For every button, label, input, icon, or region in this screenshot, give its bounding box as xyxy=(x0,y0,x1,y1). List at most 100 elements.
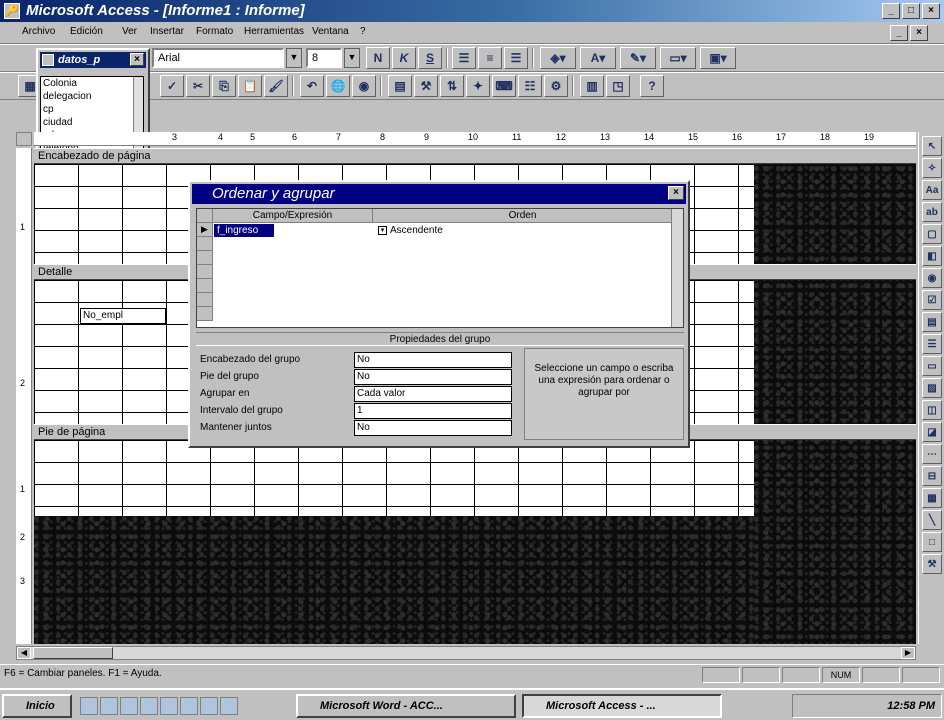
field-item[interactable]: Colonia xyxy=(41,77,143,90)
access-app-icon[interactable]: 🔑 xyxy=(4,3,20,19)
hyperlink-icon[interactable]: 🌐 xyxy=(326,75,350,97)
option-button-icon[interactable]: ◉ xyxy=(922,268,942,288)
border-width-icon[interactable]: ▭▾ xyxy=(660,47,696,69)
web-toolbar-icon[interactable]: ◉ xyxy=(352,75,376,97)
build-icon[interactable]: ⚙ xyxy=(544,75,568,97)
desktop-icon[interactable] xyxy=(80,697,98,715)
unbound-object-icon[interactable]: ◫ xyxy=(922,400,942,420)
rectangle-tool-icon[interactable]: □ xyxy=(922,532,942,552)
line-color-icon[interactable]: ✎▾ xyxy=(620,47,656,69)
row-selector[interactable] xyxy=(197,237,213,251)
row-selector[interactable] xyxy=(197,265,213,279)
underline-button[interactable]: S xyxy=(418,47,442,69)
database-window-icon[interactable]: ▥ xyxy=(580,75,604,97)
bold-button[interactable]: N xyxy=(366,47,390,69)
sorting-grouping-dialog[interactable]: Ordenar y agrupar × Campo/Expresión Orde… xyxy=(188,180,690,448)
menu-archivo[interactable]: Archivo xyxy=(22,26,55,37)
subform-icon[interactable]: ▦ xyxy=(922,488,942,508)
field-item[interactable]: delegacion xyxy=(41,90,143,103)
label-tool-icon[interactable]: Aa xyxy=(922,180,942,200)
properties-icon[interactable]: ☷ xyxy=(518,75,542,97)
field-item[interactable]: ciudad xyxy=(41,116,143,129)
start-button[interactable]: Inicio xyxy=(2,694,72,718)
line-tool-icon[interactable]: ╲ xyxy=(922,510,942,530)
textbox-tool-icon[interactable]: ab xyxy=(922,202,942,222)
row-selector-icon[interactable]: ▶ xyxy=(197,223,213,237)
prop-value-keep-together[interactable]: No xyxy=(354,420,512,436)
format-painter-icon[interactable]: 🖌 xyxy=(264,75,288,97)
prop-value-group-header[interactable]: No xyxy=(354,352,512,368)
access-quick-icon[interactable] xyxy=(200,697,218,715)
page-break-icon[interactable]: ⋯ xyxy=(922,444,942,464)
bound-object-icon[interactable]: ◪ xyxy=(922,422,942,442)
list-box-icon[interactable]: ☰ xyxy=(922,334,942,354)
sort-grid[interactable]: Campo/Expresión Orden ▶ f_ingreso ▾ Ascen… xyxy=(196,208,684,328)
menu-ayuda[interactable]: ? xyxy=(360,26,366,37)
sorting-grouping-icon[interactable]: ⇅ xyxy=(440,75,464,97)
spelling-icon[interactable]: ✓ xyxy=(160,75,184,97)
toolbox-icon[interactable]: ⚒ xyxy=(414,75,438,97)
menu-insertar[interactable]: Insertar xyxy=(150,26,184,37)
autoformat-icon[interactable]: ✦ xyxy=(466,75,490,97)
task-access[interactable]: Microsoft Access - ... xyxy=(522,694,722,718)
horizontal-scrollbar[interactable]: ◀ ▶ xyxy=(16,646,916,660)
menu-edicion[interactable]: Edición xyxy=(70,26,103,37)
row-selector[interactable] xyxy=(197,251,213,265)
menu-herramientas[interactable]: Herramientas xyxy=(244,26,304,37)
row-selector[interactable] xyxy=(197,307,213,321)
scroll-thumb[interactable] xyxy=(33,647,113,659)
cut-icon[interactable]: ✂ xyxy=(186,75,210,97)
horizontal-ruler[interactable]: 3 4 5 6 7 8 9 10 11 12 13 14 15 16 17 18… xyxy=(34,132,916,146)
copy-icon[interactable]: ⎘ xyxy=(212,75,236,97)
checkbox-tool-icon[interactable]: ☑ xyxy=(922,290,942,310)
toggle-button-icon[interactable]: ◧ xyxy=(922,246,942,266)
font-color-icon[interactable]: A▾ xyxy=(580,47,616,69)
clock[interactable]: 12:58 PM xyxy=(887,700,935,712)
align-center-icon[interactable]: ≡ xyxy=(478,47,502,69)
minimize-button[interactable]: _ xyxy=(882,3,900,19)
row-selector[interactable] xyxy=(197,279,213,293)
italic-button[interactable]: K xyxy=(392,47,416,69)
scroll-left-icon[interactable]: ◀ xyxy=(17,647,31,659)
field-list-icon[interactable]: ▤ xyxy=(388,75,412,97)
code-icon[interactable]: ⌨ xyxy=(492,75,516,97)
ruler-corner-button[interactable] xyxy=(16,132,32,146)
prop-value-group-footer[interactable]: No xyxy=(354,369,512,385)
font-name-select[interactable]: Arial xyxy=(152,48,284,68)
image-tool-icon[interactable]: ▨ xyxy=(922,378,942,398)
new-object-icon[interactable]: ◳ xyxy=(606,75,630,97)
special-effect-icon[interactable]: ▣▾ xyxy=(700,47,736,69)
prop-value-group-on[interactable]: Cada valor xyxy=(354,386,512,402)
field-list-close-icon[interactable]: × xyxy=(130,53,144,66)
menu-formato[interactable]: Formato xyxy=(196,26,233,37)
menu-ver[interactable]: Ver xyxy=(122,26,137,37)
no-empl-textbox[interactable]: No_empl xyxy=(80,308,166,324)
font-name-dropdown-icon[interactable]: ▼ xyxy=(286,48,302,68)
doc-close-button[interactable]: × xyxy=(910,25,928,41)
title-bar[interactable]: 🔑 Microsoft Access - [Informe1 : Informe… xyxy=(0,0,944,22)
font-size-dropdown-icon[interactable]: ▼ xyxy=(344,48,360,68)
scroll-right-icon[interactable]: ▶ xyxy=(901,647,915,659)
maximize-button[interactable]: □ xyxy=(902,3,920,19)
row-selector[interactable] xyxy=(197,293,213,307)
powerpoint-quick-icon[interactable] xyxy=(220,697,238,715)
option-group-icon[interactable]: ▢ xyxy=(922,224,942,244)
fill-color-icon[interactable]: ◈▾ xyxy=(540,47,576,69)
more-controls-icon[interactable]: ⚒ xyxy=(922,554,942,574)
page-footer-grid[interactable] xyxy=(34,440,754,516)
doc-minimize-button[interactable]: _ xyxy=(890,25,908,41)
select-objects-icon[interactable]: ↖ xyxy=(922,136,942,156)
vertical-ruler[interactable]: 1 2 1 2 3 xyxy=(16,148,32,644)
dialog-title[interactable]: Ordenar y agrupar xyxy=(192,184,686,204)
close-button[interactable]: × xyxy=(922,3,940,19)
field-item[interactable]: cp xyxy=(41,103,143,116)
font-size-select[interactable]: 8 xyxy=(306,48,342,68)
excel-quick-icon[interactable] xyxy=(180,697,198,715)
word-quick-icon[interactable] xyxy=(160,697,178,715)
sort-field-cell[interactable]: f_ingreso xyxy=(214,224,274,237)
dropdown-icon[interactable]: ▾ xyxy=(378,225,387,235)
page-header-section-bar[interactable]: Encabezado de página xyxy=(34,148,916,164)
sort-order-cell[interactable]: ▾ Ascendente xyxy=(375,224,665,238)
task-word[interactable]: Microsoft Word - ACC... xyxy=(296,694,516,718)
help-icon[interactable]: ? xyxy=(640,75,664,97)
